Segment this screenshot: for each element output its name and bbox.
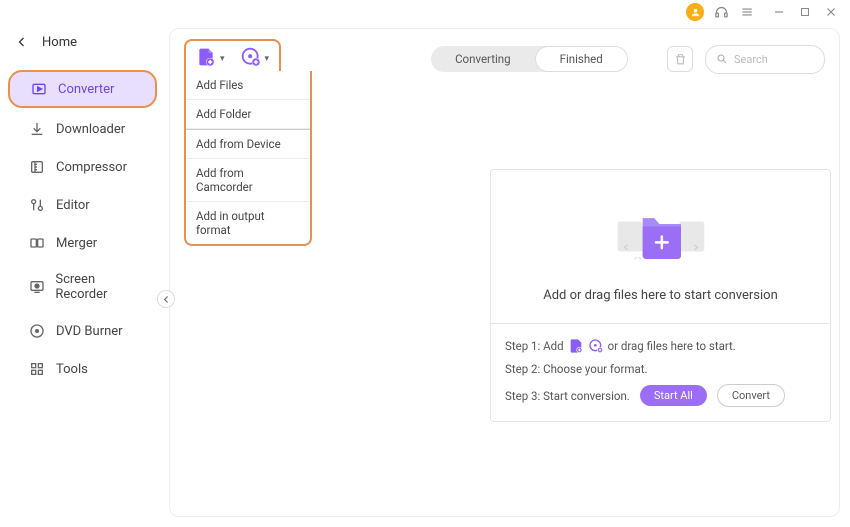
sidebar-item-dvd-burner[interactable]: DVD Burner xyxy=(8,314,157,348)
add-disc-button[interactable]: ▾ xyxy=(241,47,270,71)
dvd-burner-icon xyxy=(28,322,46,340)
sidebar-item-merger[interactable]: Merger xyxy=(8,226,157,260)
sidebar-item-label: DVD Burner xyxy=(56,324,123,339)
home-row[interactable]: Home xyxy=(0,26,165,58)
sidebar-item-label: Tools xyxy=(56,362,88,377)
sidebar-item-label: Screen Recorder xyxy=(55,272,147,302)
search-icon xyxy=(716,50,728,69)
dropdown-add-from-camcorder[interactable]: Add from Camcorder xyxy=(186,159,310,202)
hamburger-icon[interactable] xyxy=(738,3,756,21)
dropzone[interactable]: Add or drag files here to start conversi… xyxy=(491,170,830,323)
headset-icon[interactable] xyxy=(712,3,730,21)
sidebar-item-compressor[interactable]: Compressor xyxy=(8,150,157,184)
topbar: ▾ ▾ Add Files Add Folder Add from Device xyxy=(170,29,839,89)
sidebar-item-tools[interactable]: Tools xyxy=(8,352,157,386)
add-dropdown-menu: Add Files Add Folder Add from Device Add… xyxy=(184,71,312,246)
start-all-button[interactable]: Start All xyxy=(640,385,707,406)
add-file-button[interactable]: ▾ xyxy=(196,47,225,71)
chevron-down-icon: ▾ xyxy=(220,54,225,64)
file-plus-icon[interactable] xyxy=(568,338,584,354)
tab-converting[interactable]: Converting xyxy=(431,46,535,72)
sidebar-item-screen-recorder[interactable]: Screen Recorder xyxy=(8,264,157,310)
screen-recorder-icon xyxy=(28,278,45,296)
compressor-icon xyxy=(28,158,46,176)
chevron-down-icon: ▾ xyxy=(265,54,270,64)
search-box[interactable] xyxy=(705,45,825,74)
step1-row: Step 1: Add or drag files here to start. xyxy=(505,338,816,354)
dropzone-text: Add or drag files here to start conversi… xyxy=(543,288,778,303)
sidebar-item-label: Downloader xyxy=(56,122,125,137)
sidebar-item-label: Compressor xyxy=(56,160,127,175)
chevron-left-icon[interactable] xyxy=(14,34,30,50)
converter-icon xyxy=(30,80,48,98)
sidebar-item-downloader[interactable]: Downloader xyxy=(8,112,157,146)
step2-row: Step 2: Choose your format. xyxy=(505,362,816,376)
minimize-icon[interactable] xyxy=(770,3,788,21)
sidebar-item-converter[interactable]: Converter xyxy=(8,70,157,108)
sidebar-item-label: Merger xyxy=(56,236,97,251)
disc-plus-icon xyxy=(241,47,261,71)
collapse-sidebar-button[interactable] xyxy=(157,290,175,308)
tools-icon xyxy=(28,360,46,378)
sidebar-item-editor[interactable]: Editor xyxy=(8,188,157,222)
folder-plus-icon xyxy=(611,194,711,274)
downloader-icon xyxy=(28,120,46,138)
sidebar: Home Converter Downloader Compressor xyxy=(0,20,165,527)
dropdown-add-folder[interactable]: Add Folder xyxy=(186,100,310,129)
sidebar-item-label: Editor xyxy=(56,198,90,213)
main-panel: ▾ ▾ Add Files Add Folder Add from Device xyxy=(169,28,840,517)
dropdown-add-output-format[interactable]: Add in output format xyxy=(186,202,310,244)
user-avatar[interactable] xyxy=(686,3,704,21)
content-panel: Add or drag files here to start conversi… xyxy=(490,169,831,422)
file-plus-icon xyxy=(196,47,216,71)
disc-plus-icon[interactable] xyxy=(588,338,604,354)
convert-button[interactable]: Convert xyxy=(717,384,785,407)
close-icon[interactable] xyxy=(822,3,840,21)
maximize-icon[interactable] xyxy=(796,3,814,21)
status-tabs: Converting Finished xyxy=(431,46,628,72)
trash-button[interactable] xyxy=(667,46,693,72)
steps-area: Step 1: Add or drag files here to start.… xyxy=(491,323,830,421)
home-label: Home xyxy=(42,35,77,50)
editor-icon xyxy=(28,196,46,214)
merger-icon xyxy=(28,234,46,252)
sidebar-item-label: Converter xyxy=(58,82,114,97)
dropdown-add-files[interactable]: Add Files xyxy=(186,71,310,100)
search-input[interactable] xyxy=(734,53,814,66)
dropdown-add-from-device[interactable]: Add from Device xyxy=(186,130,310,159)
titlebar xyxy=(0,0,850,20)
add-buttons-group: ▾ ▾ Add Files Add Folder Add from Device xyxy=(184,39,281,79)
tab-finished[interactable]: Finished xyxy=(535,46,628,72)
step3-row: Step 3: Start conversion. Start All Conv… xyxy=(505,384,816,407)
